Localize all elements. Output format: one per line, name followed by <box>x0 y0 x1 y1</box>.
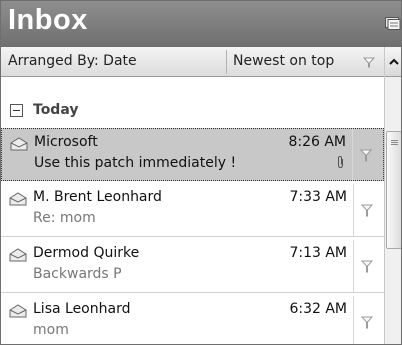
message-row[interactable]: Microsoft Use this patch immediately ! 8… <box>1 128 384 181</box>
message-time: 7:33 AM <box>289 189 347 205</box>
message-subject: Re: mom <box>33 210 96 226</box>
inbox-title: Inbox <box>8 4 88 36</box>
inbox-header: Inbox <box>1 1 401 47</box>
message-subject: Use this patch immediately ! <box>34 155 237 171</box>
folder-menu-icon[interactable] <box>385 16 401 30</box>
column-divider <box>353 184 354 236</box>
arrange-by-button[interactable]: Arranged By: Date <box>8 53 137 69</box>
message-subject: mom <box>33 322 69 338</box>
column-divider <box>353 296 354 344</box>
chevron-up-icon <box>389 58 399 65</box>
read-envelope-icon <box>9 192 27 206</box>
read-envelope-icon <box>9 304 27 318</box>
message-row[interactable]: Dermod Quirke Backwards P 7:13 AM <box>1 240 384 293</box>
message-list: Today Microsoft Use this patch immediate… <box>1 78 384 344</box>
paperclip-icon <box>338 155 343 169</box>
collapse-toggle-icon[interactable] <box>10 104 23 117</box>
group-header-today[interactable]: Today <box>1 100 384 122</box>
message-time: 8:26 AM <box>288 134 346 150</box>
message-subject: Backwards P <box>33 266 122 282</box>
flag-icon[interactable] <box>361 260 373 273</box>
thumb-grip <box>391 144 398 145</box>
message-sender: Microsoft <box>34 134 98 150</box>
arrange-bar: Arranged By: Date Newest on top <box>1 47 401 77</box>
read-envelope-icon <box>9 248 27 262</box>
scroll-thumb[interactable] <box>386 131 401 249</box>
vertical-scrollbar[interactable] <box>384 47 401 344</box>
group-label: Today <box>33 102 79 118</box>
message-sender: Dermod Quirke <box>33 245 140 261</box>
inbox-pane: Inbox Arranged By: Date Newest on top To… <box>0 0 402 345</box>
column-divider <box>352 129 353 181</box>
message-time: 6:32 AM <box>289 301 347 317</box>
thumb-grip <box>391 140 398 141</box>
thumb-grip <box>391 142 398 143</box>
message-time: 7:13 AM <box>289 245 347 261</box>
flag-filter-icon[interactable] <box>363 57 375 68</box>
read-envelope-icon <box>10 137 28 151</box>
flag-icon[interactable] <box>361 316 373 329</box>
message-sender: M. Brent Leonhard <box>33 189 162 205</box>
message-row[interactable]: M. Brent Leonhard Re: mom 7:33 AM <box>1 184 384 237</box>
flag-icon[interactable] <box>361 204 373 217</box>
flag-icon[interactable] <box>360 149 372 162</box>
message-sender: Lisa Leonhard <box>33 301 131 317</box>
column-divider <box>353 240 354 292</box>
column-divider[interactable] <box>226 50 227 74</box>
scroll-up-button[interactable] <box>385 47 401 77</box>
sort-order-button[interactable]: Newest on top <box>233 53 334 69</box>
message-row[interactable]: Lisa Leonhard mom 6:32 AM <box>1 296 384 344</box>
